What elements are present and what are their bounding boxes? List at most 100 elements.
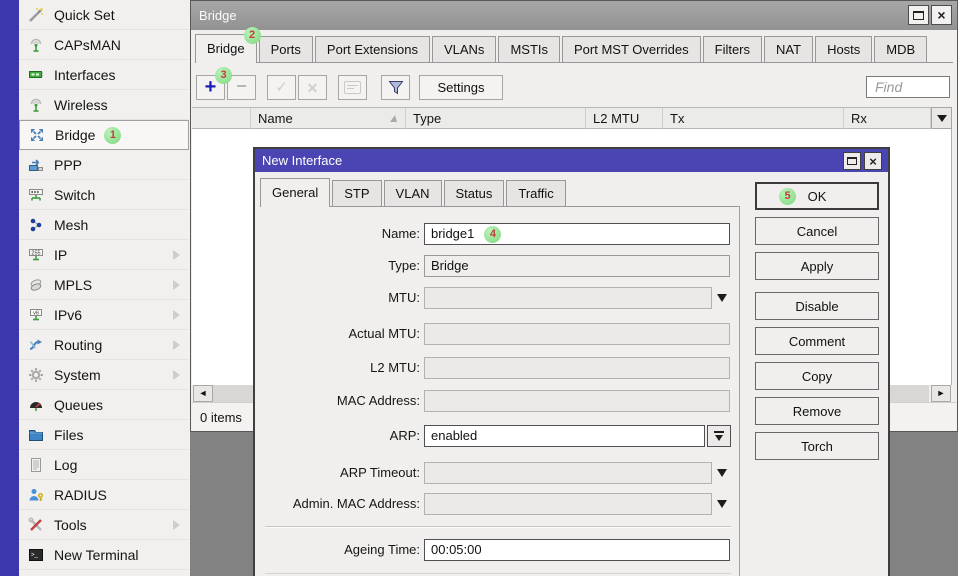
tab-status[interactable]: Status [444, 180, 505, 206]
comment-icon [344, 81, 361, 94]
mac-address-label: MAC Address: [255, 390, 420, 412]
tab-general[interactable]: General [260, 178, 330, 207]
dialog-maximize-button[interactable] [843, 152, 861, 170]
comment-button[interactable]: Comment [755, 327, 879, 355]
sidebar-item-ipv6[interactable]: v6 IPv6 [19, 300, 189, 330]
column-header-name[interactable]: Name [251, 107, 406, 129]
copy-button[interactable]: Copy [755, 362, 879, 390]
settings-button[interactable]: Settings [419, 75, 503, 100]
tab-mstis[interactable]: MSTIs [498, 36, 560, 62]
dialog-title: New Interface [262, 153, 342, 168]
name-field[interactable]: bridge1 4 [424, 223, 730, 245]
sidebar-item-files[interactable]: Files [19, 420, 189, 450]
column-header-l2mtu[interactable]: L2 MTU [586, 107, 663, 129]
scroll-right-button[interactable]: ► [931, 385, 951, 402]
mtu-field[interactable] [424, 287, 712, 309]
sidebar-item-ip[interactable]: 255 IP [19, 240, 189, 270]
column-header-empty[interactable] [192, 107, 251, 129]
sidebar-item-mesh[interactable]: Mesh [19, 210, 189, 240]
sidebar-item-tools[interactable]: Tools [19, 510, 189, 540]
gear-icon [27, 367, 45, 383]
sidebar-item-new-terminal[interactable]: >_ New Terminal [19, 540, 189, 570]
sidebar-item-label: Wireless [54, 97, 108, 113]
chevron-down-icon[interactable] [717, 294, 727, 302]
sidebar: Quick Set CAPsMAN Interfaces Wireless Br… [0, 0, 190, 576]
disable-button[interactable]: Disable [755, 292, 879, 320]
tab-mdb[interactable]: MDB [874, 36, 927, 62]
comment-button[interactable] [338, 75, 367, 100]
tab-port-extensions[interactable]: Port Extensions [315, 36, 430, 62]
tab-port-mst-overrides[interactable]: Port MST Overrides [562, 36, 701, 62]
tab-vlans[interactable]: VLANs [432, 36, 496, 62]
column-header-type[interactable]: Type [406, 107, 586, 129]
chevron-down-icon [937, 115, 947, 122]
remove-button[interactable]: Remove [755, 397, 879, 425]
close-button[interactable]: × [931, 5, 952, 25]
tab-nat[interactable]: NAT [764, 36, 813, 62]
dialog-titlebar[interactable]: New Interface [255, 149, 888, 172]
chevron-down-icon[interactable] [717, 500, 727, 508]
arp-timeout-label: ARP Timeout: [255, 462, 420, 484]
dialog-close-button[interactable]: × [864, 152, 882, 170]
admin-mac-address-field[interactable] [424, 493, 712, 515]
sidebar-item-log[interactable]: Log [19, 450, 189, 480]
column-header-rx[interactable]: Rx [844, 107, 931, 129]
arp-select[interactable]: enabled [424, 425, 705, 447]
scroll-left-button[interactable]: ◄ [193, 385, 213, 402]
ageing-time-field[interactable]: 00:05:00 [424, 539, 730, 561]
tab-bridge[interactable]: Bridge2 [195, 34, 257, 63]
submenu-arrow-icon [173, 250, 180, 260]
tab-hosts[interactable]: Hosts [815, 36, 872, 62]
apply-button[interactable]: Apply [755, 252, 879, 280]
arp-timeout-field[interactable] [424, 462, 712, 484]
type-field: Bridge [424, 255, 730, 277]
sidebar-item-routing[interactable]: Routing [19, 330, 189, 360]
item-count: 0 items [200, 410, 242, 425]
torch-button[interactable]: Torch [755, 432, 879, 460]
tab-filters[interactable]: Filters [703, 36, 762, 62]
sidebar-item-radius[interactable]: RADIUS [19, 480, 189, 510]
column-select-button[interactable] [931, 107, 952, 129]
tab-ports[interactable]: Ports [259, 36, 313, 62]
admin-mac-address-label: Admin. MAC Address: [255, 493, 420, 515]
sidebar-item-system[interactable]: System [19, 360, 189, 390]
sidebar-item-bridge[interactable]: Bridge 1 [19, 120, 189, 150]
sidebar-item-interfaces[interactable]: Interfaces [19, 60, 189, 90]
tab-vlan[interactable]: VLAN [384, 180, 442, 206]
maximize-button[interactable] [908, 5, 929, 25]
divider [265, 573, 731, 574]
annotation-badge-1: 1 [104, 127, 121, 144]
filter-button[interactable] [381, 75, 410, 100]
tab-traffic[interactable]: Traffic [506, 180, 565, 206]
sidebar-item-wireless[interactable]: Wireless [19, 90, 189, 120]
disable-button[interactable]: ✕ [298, 75, 327, 100]
tab-stp[interactable]: STP [332, 180, 381, 206]
ok-button[interactable]: 5 OK [755, 182, 879, 210]
maximize-icon [847, 157, 857, 165]
add-button[interactable]: + 3 [196, 75, 225, 100]
find-input[interactable]: Find [866, 76, 950, 98]
sidebar-item-ppp[interactable]: PPP [19, 150, 189, 180]
ip-icon: 255 [27, 247, 45, 263]
combo-bar-icon [714, 431, 724, 433]
sidebar-item-switch[interactable]: Switch [19, 180, 189, 210]
sidebar-item-queues[interactable]: Queues [19, 390, 189, 420]
sidebar-item-label: IPv6 [54, 307, 82, 323]
arp-label: ARP: [255, 425, 420, 447]
cancel-button[interactable]: Cancel [755, 217, 879, 245]
chevron-down-icon[interactable] [717, 469, 727, 477]
bridge-window-titlebar[interactable]: Bridge [191, 1, 957, 30]
sidebar-item-quick-set[interactable]: Quick Set [19, 0, 189, 30]
routing-icon [27, 337, 45, 353]
sidebar-item-label: Quick Set [54, 7, 115, 23]
svg-text:v6: v6 [33, 310, 39, 316]
annotation-badge-4: 4 [484, 226, 501, 243]
enable-button[interactable]: ✓ [267, 75, 296, 100]
arp-dropdown-button[interactable] [707, 425, 731, 447]
minus-icon: − [236, 77, 247, 95]
user-key-icon [27, 487, 45, 503]
mac-address-field [424, 390, 730, 412]
sidebar-item-mpls[interactable]: MPLS [19, 270, 189, 300]
column-header-tx[interactable]: Tx [663, 107, 844, 129]
sidebar-item-capsman[interactable]: CAPsMAN [19, 30, 189, 60]
